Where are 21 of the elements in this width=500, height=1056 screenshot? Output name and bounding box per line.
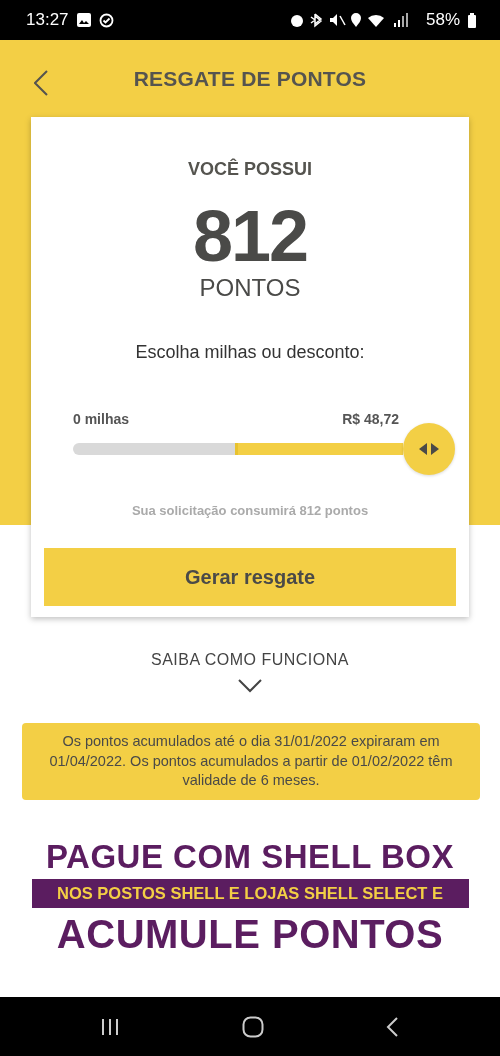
image-icon: [76, 13, 91, 27]
generate-button[interactable]: Gerar resgate: [44, 548, 456, 606]
chevron-down-icon[interactable]: [238, 679, 262, 693]
points-value: 812: [192, 200, 308, 272]
choice-prompt: Escolha milhas ou desconto:: [135, 342, 365, 363]
check-circle-icon: [98, 12, 114, 28]
consumption-note: Sua solicitação consumirá 812 pontos: [131, 503, 369, 518]
battery-percent: 58%: [425, 10, 460, 30]
how-it-works-link[interactable]: SAIBA COMO FUNCIONA: [0, 651, 500, 669]
banner-headline: ACUMULE PONTOS: [56, 912, 444, 956]
points-unit: PONTOS: [199, 274, 301, 302]
banner-strip: NOS POSTOS SHELL E LOJAS SHELL SELECT E: [31, 879, 469, 908]
status-time: 13:27: [26, 10, 69, 30]
slider-max-label: R$ 48,72: [342, 411, 399, 427]
expiry-notice: Os pontos acumulados até o dia 31/01/2022 expiraram em 01/04/2022. Os pontos acumulados a partir de 01/02/2022 têm validade de 6 meses.: [22, 723, 480, 800]
page-title: RESGATE DE PONTOS: [133, 66, 367, 91]
card-heading: VOCÊ POSSUI: [188, 159, 312, 180]
battery-icon: [468, 12, 476, 28]
banner-headline: PAGUE COM SHELL BOX: [46, 838, 454, 875]
slider-thumb[interactable]: [403, 423, 455, 475]
slider-min-label: 0 milhas: [73, 411, 130, 427]
